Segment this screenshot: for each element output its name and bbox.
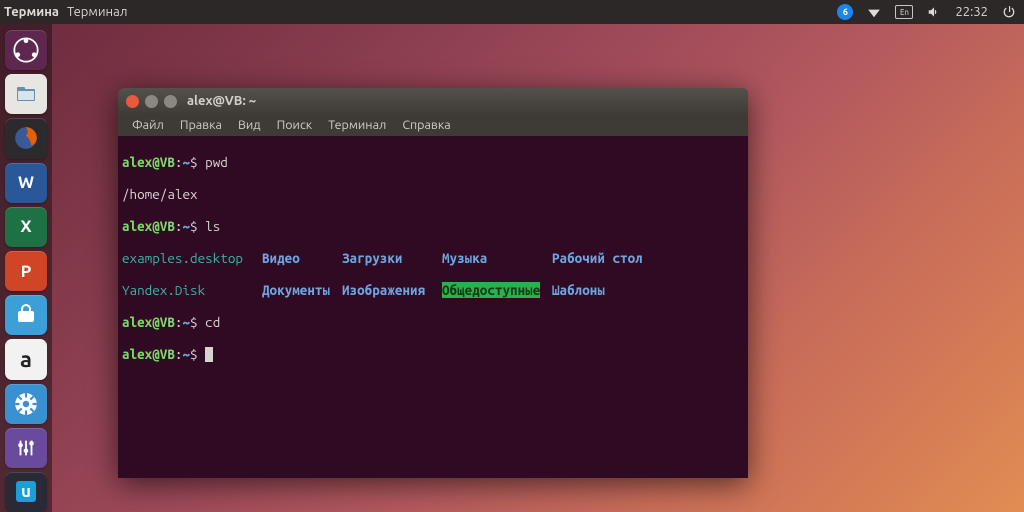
menubar-app-name-short: Термина <box>4 5 59 19</box>
terminal-body[interactable]: alex@VB:~$ pwd /home/alex alex@VB:~$ ls … <box>118 136 748 478</box>
launcher-impress[interactable]: P <box>5 251 47 291</box>
window-title: alex@VB: ~ <box>187 94 256 108</box>
prompt-path: ~ <box>182 154 190 170</box>
menu-terminal[interactable]: Терминал <box>320 116 394 134</box>
command-cd: cd <box>205 314 220 330</box>
menu-view[interactable]: Вид <box>230 116 269 134</box>
file-manager-icon <box>14 82 38 106</box>
excel-icon: X <box>20 217 31 236</box>
window-titlebar[interactable]: alex@VB: ~ <box>118 88 748 114</box>
u-icon: u <box>16 481 36 502</box>
launcher-calc[interactable]: X <box>5 207 47 247</box>
launcher-dash[interactable] <box>5 30 47 70</box>
settings-icon <box>13 391 39 417</box>
network-icon[interactable] <box>867 5 881 19</box>
launcher-extra[interactable]: u <box>5 472 47 512</box>
cursor <box>205 347 213 362</box>
window-maximize-button[interactable] <box>164 95 177 108</box>
launcher-writer[interactable]: W <box>5 163 47 203</box>
pwd-output: /home/alex <box>122 186 744 202</box>
software-center-icon <box>14 303 38 327</box>
firefox-icon <box>13 125 39 151</box>
command-pwd: pwd <box>205 154 228 170</box>
window-close-button[interactable] <box>126 95 139 108</box>
launcher-firefox[interactable] <box>5 118 47 158</box>
ls-row: examples.desktopВидеоЗагрузкиМузыкаРабоч… <box>122 250 744 266</box>
menu-search[interactable]: Поиск <box>269 116 321 134</box>
menubar-app-name: Терминал <box>67 5 127 19</box>
amazon-icon: a <box>20 347 32 372</box>
launcher-amazon[interactable]: a <box>5 339 47 379</box>
volume-icon[interactable] <box>927 5 941 19</box>
keyboard-layout-indicator[interactable]: En <box>895 5 913 19</box>
clock[interactable]: 22:32 <box>955 5 988 19</box>
command-ls: ls <box>205 218 220 234</box>
launcher-files[interactable] <box>5 74 47 114</box>
launcher-settings[interactable] <box>5 384 47 424</box>
launcher-sound[interactable] <box>5 428 47 468</box>
app-indicator-icon[interactable]: 6 <box>837 4 853 20</box>
powerpoint-icon: P <box>21 262 32 281</box>
unity-launcher: W X P a u <box>0 24 52 512</box>
ubuntu-cof-icon <box>12 36 40 64</box>
menu-edit[interactable]: Правка <box>172 116 230 134</box>
menu-help[interactable]: Справка <box>394 116 458 134</box>
ls-row: Yandex.DiskДокументыИзображенияОбщедосту… <box>122 282 744 298</box>
equalizer-icon <box>15 437 37 459</box>
window-minimize-button[interactable] <box>145 95 158 108</box>
word-icon: W <box>18 173 34 192</box>
launcher-software[interactable] <box>5 295 47 335</box>
menu-file[interactable]: Файл <box>124 116 172 134</box>
power-icon[interactable] <box>1002 5 1016 19</box>
top-menubar: Термина Терминал 6 En 22:32 <box>0 0 1024 24</box>
prompt-user: alex@VB <box>122 154 175 170</box>
terminal-window[interactable]: alex@VB: ~ Файл Правка Вид Поиск Термина… <box>118 88 748 478</box>
window-menubar: Файл Правка Вид Поиск Терминал Справка <box>118 114 748 136</box>
